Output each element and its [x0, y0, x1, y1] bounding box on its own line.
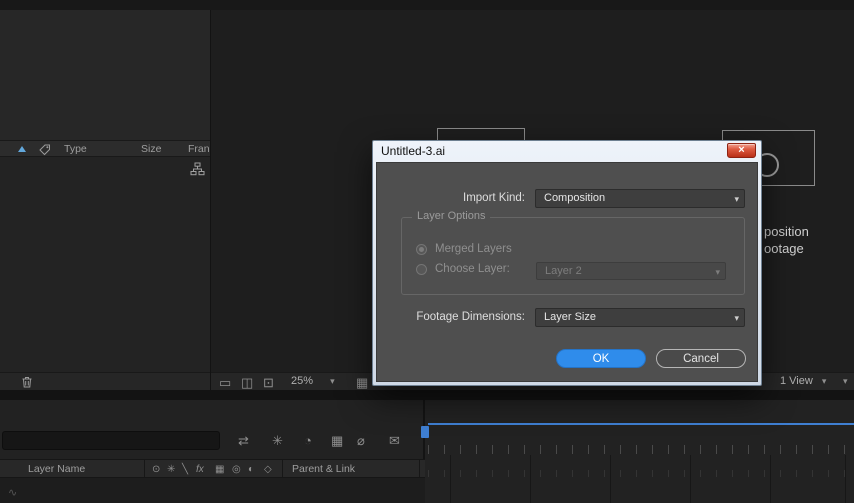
- layer-list-empty-area: [0, 478, 425, 503]
- chevron-down-icon: ▾: [821, 376, 827, 386]
- project-columns-header: Type Size Fran: [0, 140, 210, 157]
- channels-icon[interactable]: ◫: [241, 375, 253, 391]
- timeline-search-input[interactable]: [2, 431, 220, 450]
- cancel-button[interactable]: Cancel: [656, 349, 746, 368]
- dialog-titlebar[interactable]: Untitled-3.ai ×: [373, 141, 761, 162]
- grid-guides-icon[interactable]: ▦: [356, 375, 368, 391]
- timeline-grid-line: [530, 455, 531, 503]
- chevron-down-icon: ▾: [734, 194, 739, 204]
- squiggle-icon: ∿: [8, 487, 18, 499]
- column-type[interactable]: Type: [64, 143, 87, 155]
- header-separator: [282, 460, 283, 477]
- collapse-transformations-icon[interactable]: ✳: [167, 462, 175, 478]
- header-separator: [144, 460, 145, 477]
- footage-dimensions-dropdown[interactable]: Layer Size ▾: [535, 308, 745, 327]
- draft-3d-icon[interactable]: ⌀: [357, 433, 365, 449]
- radio-dot: [419, 247, 424, 252]
- after-effects-window: Type Size Fran position ootage ▭ ◫ ⊡ 25%…: [0, 0, 854, 503]
- timeline-header-row: Layer Name ⊙ ✳ ╲ fx ▦ ◎ ◐ ◇ Parent & Lin…: [0, 459, 425, 478]
- choose-layer-dropdown: Layer 2 ▾: [536, 262, 726, 280]
- parent-link-header: Parent & Link: [292, 463, 356, 475]
- timeline-grid-line: [770, 455, 771, 503]
- timeline-grid-line: [610, 455, 611, 503]
- obscured-footage-label: ootage: [764, 241, 804, 256]
- timeline-panel: ⇄ ✳ ◔ ▦ ⌀ ✉ Layer Name ⊙ ✳ ╲ fx ▦ ◎ ◐ ◇ …: [0, 400, 854, 503]
- choose-layer-value: Layer 2: [545, 265, 582, 277]
- column-size[interactable]: Size: [141, 143, 161, 155]
- time-ruler[interactable]: [428, 445, 854, 454]
- project-panel: Type Size Fran: [0, 10, 210, 372]
- zoom-value: 25%: [291, 375, 314, 387]
- timeline-grid-line: [690, 455, 691, 503]
- view-layout-dropdown[interactable]: 1 View ▾: [780, 375, 826, 389]
- transfer-controls-icon[interactable]: ⇄: [238, 433, 249, 449]
- frame-blend-column-icon[interactable]: ▦: [215, 462, 224, 478]
- sort-ascending-icon[interactable]: [18, 146, 26, 152]
- merged-layers-radio: [416, 244, 427, 255]
- timeline-grid-line: [845, 455, 846, 503]
- header-separator: [419, 460, 420, 477]
- obscured-composition-label: position: [764, 224, 809, 239]
- close-button[interactable]: ×: [727, 143, 756, 158]
- import-kind-label: Import Kind:: [463, 192, 525, 204]
- snapshot-icon[interactable]: ▭: [219, 375, 231, 391]
- import-kind-dropdown[interactable]: Composition ▾: [535, 189, 745, 208]
- time-ruler-minor: [428, 470, 854, 477]
- shy-icon[interactable]: ⊙: [152, 462, 160, 478]
- close-icon: ×: [738, 144, 745, 156]
- footage-dimensions-label: Footage Dimensions:: [416, 311, 525, 323]
- dialog-body: Import Kind: Composition ▾ Layer Options…: [376, 162, 758, 382]
- import-options-dialog: Untitled-3.ai × Import Kind: Composition…: [372, 140, 762, 386]
- motion-blur-column-icon[interactable]: ◎: [232, 462, 241, 478]
- layer-options-label: Layer Options: [412, 210, 491, 222]
- zoom-dropdown[interactable]: 25% ▾: [291, 375, 335, 389]
- column-frame[interactable]: Fran: [188, 143, 210, 155]
- footage-dimensions-value: Layer Size: [544, 311, 596, 323]
- dialog-title: Untitled-3.ai: [381, 144, 446, 158]
- view-value: 1 View: [780, 375, 813, 387]
- chevron-down-icon: ▾: [715, 267, 720, 277]
- timeline-grid-line: [450, 455, 451, 503]
- ok-button[interactable]: OK: [556, 349, 646, 368]
- top-strip: [0, 0, 854, 10]
- chevron-down-icon: ▾: [734, 313, 739, 323]
- panel-menu-chevron-icon[interactable]: ▾: [843, 376, 848, 387]
- frame-blend-icon[interactable]: ✳: [272, 433, 283, 449]
- label-tag-icon[interactable]: [38, 143, 51, 156]
- graph-editor-icon[interactable]: ▦: [331, 433, 343, 449]
- chevron-down-icon: ▾: [330, 376, 335, 386]
- comp-marker-icon[interactable]: ✉: [389, 433, 400, 449]
- work-area-bar[interactable]: [428, 423, 854, 425]
- playhead-marker[interactable]: [421, 426, 429, 438]
- panel-divider-horizontal[interactable]: [0, 390, 854, 400]
- flowchart-icon: [190, 162, 205, 176]
- panel-divider-vertical[interactable]: [210, 10, 211, 390]
- project-panel-top: [0, 10, 210, 140]
- quality-icon[interactable]: ╲: [182, 462, 188, 478]
- layer-options-group: Layer Options Merged Layers Choose Layer…: [401, 210, 745, 295]
- choose-layer-label: Choose Layer:: [435, 263, 510, 275]
- import-kind-value: Composition: [544, 192, 606, 204]
- layer-name-header: Layer Name: [28, 463, 86, 475]
- fx-icon[interactable]: fx: [196, 462, 204, 478]
- choose-layer-radio: [416, 264, 427, 275]
- motion-blur-icon[interactable]: ◔: [304, 433, 312, 449]
- adjustment-layer-icon[interactable]: ◐: [248, 462, 254, 478]
- region-of-interest-icon[interactable]: ⊡: [263, 375, 274, 391]
- trash-icon[interactable]: [21, 376, 33, 388]
- merged-layers-label: Merged Layers: [435, 243, 512, 255]
- cube-3d-icon[interactable]: ◇: [264, 462, 272, 478]
